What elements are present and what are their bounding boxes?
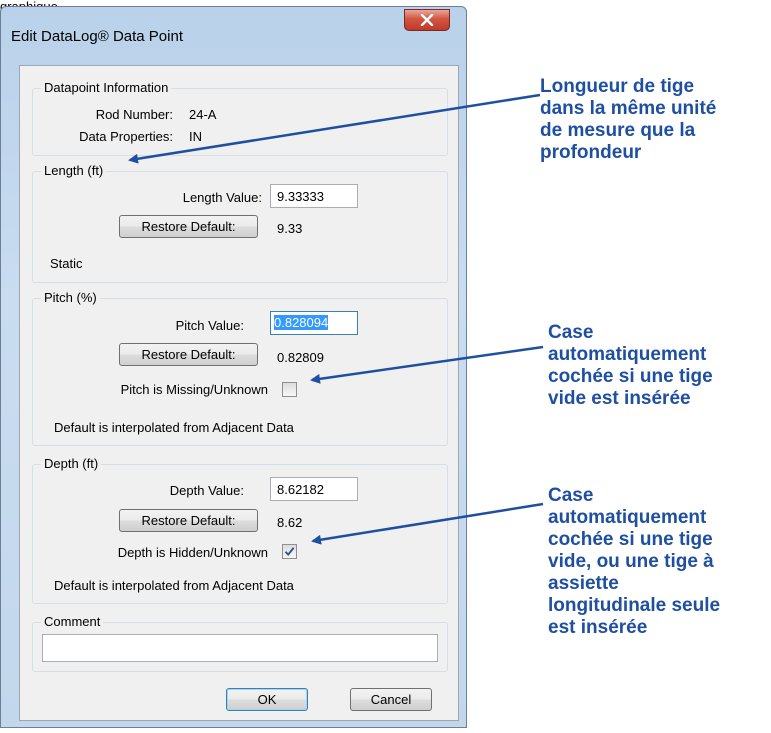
length-annotation-arrow <box>128 93 541 164</box>
depth-annotation-line: est insérée <box>548 617 648 638</box>
length-annotation-line: de mesure que la <box>540 120 696 141</box>
pitch-annotation-line: automatiquement <box>548 344 707 365</box>
length-annotation-line: profondeur <box>540 142 642 163</box>
depth-annotation-line: Case <box>548 485 594 506</box>
depth-annotation-line: assiette <box>548 573 619 594</box>
pitch-annotation-line: cochée si une tige <box>548 366 713 387</box>
depth-annotation-line: longitudinale seule <box>548 595 721 616</box>
depth-annotation-line: automatiquement <box>548 507 707 528</box>
length-annotation-line: dans la même unité <box>540 98 717 119</box>
depth-annotation-line: vide, ou une tige à <box>548 551 714 572</box>
depth-annotation: Case automatiquement cochée si une tige … <box>548 485 720 639</box>
length-annotation: Longueur de tige dans la même unité de m… <box>540 76 716 164</box>
depth-annotation-arrow <box>311 502 544 545</box>
pitch-annotation-line: vide est insérée <box>548 388 691 409</box>
length-annotation-line: Longueur de tige <box>540 76 695 97</box>
pitch-annotation: Case automatiquement cochée si une tige … <box>548 322 713 410</box>
pitch-annotation-arrow <box>310 345 544 384</box>
pitch-annotation-line: Case <box>548 322 594 343</box>
depth-annotation-line: cochée si une tige <box>548 529 713 550</box>
